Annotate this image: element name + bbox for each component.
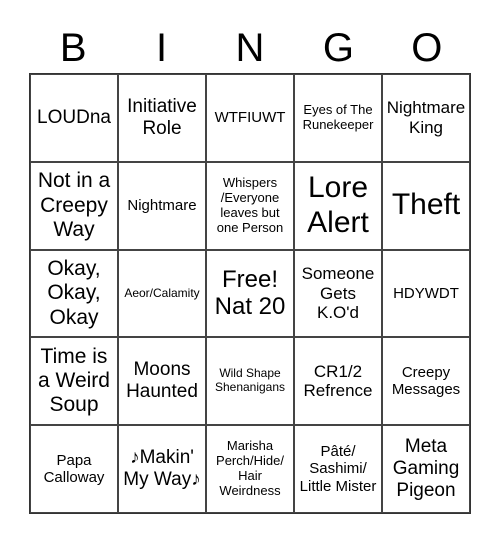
bingo-cell[interactable]: LOUDna <box>30 74 118 162</box>
bingo-cell[interactable]: Theft <box>382 161 470 250</box>
bingo-cell[interactable]: Eyes of The Runekeeper <box>294 74 382 162</box>
bingo-cell[interactable]: Lore Alert <box>294 161 382 250</box>
header-letter-g: G <box>322 26 354 70</box>
bingo-cell[interactable]: Nightmare King <box>382 74 470 162</box>
bingo-board: LOUDna Initiative Role WTFIUWT Eyes of T… <box>29 73 471 514</box>
bingo-cell[interactable]: Okay, Okay, Okay <box>30 249 118 338</box>
bingo-cell[interactable]: Creepy Messages <box>382 337 470 426</box>
bingo-cell[interactable]: ♪Makin' My Way♪ <box>118 425 206 513</box>
bingo-cell[interactable]: CR1/2 Refrence <box>294 337 382 426</box>
bingo-cell[interactable]: Papa Calloway <box>30 425 118 513</box>
bingo-cell[interactable]: Pâté/ Sashimi/ Little Mister <box>294 425 382 513</box>
bingo-cell[interactable]: Initiative Role <box>118 74 206 162</box>
bingo-cell[interactable]: Time is a Weird Soup <box>30 337 118 426</box>
free-space-cell[interactable]: Free! Nat 20 <box>206 249 294 338</box>
header-letter-o: O <box>411 26 443 70</box>
bingo-cell[interactable]: Whispers /Everyone leaves but one Person <box>206 161 294 250</box>
header-letter-i: I <box>156 26 168 70</box>
bingo-cell[interactable]: Moons Haunted <box>118 337 206 426</box>
bingo-cell[interactable]: Wild Shape Shenanigans <box>206 337 294 426</box>
bingo-cell[interactable]: Someone Gets K.O'd <box>294 249 382 338</box>
bingo-cell[interactable]: Meta Gaming Pigeon <box>382 425 470 513</box>
bingo-cell[interactable]: Marisha Perch/Hide/ Hair Weirdness <box>206 425 294 513</box>
bingo-cell[interactable]: Not in a Creepy Way <box>30 161 118 250</box>
bingo-cell[interactable]: Aeor/Calamity <box>118 249 206 338</box>
bingo-header: B I N G O <box>29 20 471 76</box>
bingo-cell[interactable]: WTFIUWT <box>206 74 294 162</box>
bingo-cell[interactable]: Nightmare <box>118 161 206 250</box>
header-letter-b: B <box>59 26 87 70</box>
header-letter-n: N <box>235 26 265 70</box>
bingo-cell[interactable]: HDYWDT <box>382 249 470 338</box>
